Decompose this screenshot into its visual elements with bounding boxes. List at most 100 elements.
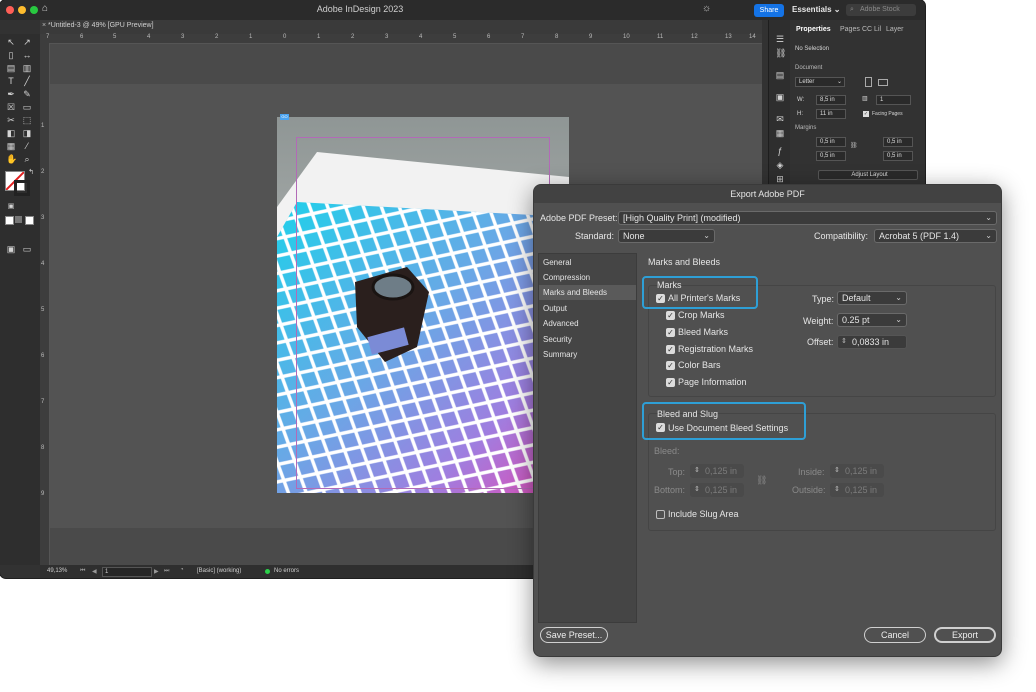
stroke-panel-icon[interactable]: ▤ [775, 70, 785, 80]
errors-status[interactable]: No errors [274, 568, 299, 574]
bleed-top-field[interactable]: ⇕ 0,125 in [690, 464, 744, 478]
facing-pages-checkbox[interactable]: ✓ [863, 111, 869, 117]
link-bleed-icon[interactable]: ⛓ [756, 475, 767, 486]
pencil-tool-icon[interactable]: ✎ [22, 89, 32, 99]
normal-view-icon[interactable]: ▣ [6, 244, 16, 254]
free-transform-tool-icon[interactable]: ⬚ [22, 115, 32, 125]
adobe-stock-search[interactable]: ⌕ Adobe Stock [846, 4, 916, 16]
height-field[interactable]: 11 in [816, 109, 846, 119]
bleed-inside-field[interactable]: ⇕ 0,125 in [830, 464, 884, 478]
bleed-marks-checkbox[interactable]: ✓ [666, 328, 675, 337]
nav-marks-and-bleeds[interactable]: Marks and Bleeds [539, 285, 636, 300]
comments-panel-icon[interactable]: ✉ [775, 114, 785, 124]
scissors-tool-icon[interactable]: ✂ [6, 115, 16, 125]
margin-right-field[interactable]: 0,5 in [883, 151, 913, 161]
pages-count-field[interactable]: 1 [876, 95, 911, 105]
content-collector-icon[interactable]: ▤ [6, 63, 16, 73]
all-printers-marks-checkbox[interactable]: ✓ [656, 294, 665, 303]
crop-marks-checkbox[interactable]: ✓ [666, 311, 675, 320]
apply-color-icon[interactable] [5, 216, 14, 225]
content-placer-icon[interactable]: ▥ [22, 63, 32, 73]
gradient-swatch-tool-icon[interactable]: ◧ [6, 128, 16, 138]
tab-layers[interactable]: Layer [886, 26, 904, 33]
properties-panel-icon[interactable]: ☰ [775, 34, 785, 44]
line-tool-icon[interactable]: ╱ [22, 76, 32, 86]
color-bars-checkbox[interactable]: ✓ [666, 361, 675, 370]
workspace-switcher[interactable]: Essentials ⌄ [792, 5, 841, 14]
share-button[interactable]: Share [754, 4, 784, 17]
lightbulb-icon[interactable]: ☼ [702, 3, 711, 14]
adjust-layout-button[interactable]: Adjust Layout [818, 170, 918, 180]
nav-summary[interactable]: Summary [539, 347, 636, 362]
stepper-icon[interactable]: ⇕ [694, 484, 700, 496]
stepper-icon[interactable]: ⇕ [834, 484, 840, 496]
swatches-panel-icon[interactable]: ▦ [775, 128, 785, 138]
compatibility-select[interactable]: Acrobat 5 (PDF 1.4) ⌄ [874, 229, 997, 243]
page-information-checkbox[interactable]: ✓ [666, 378, 675, 387]
cancel-button[interactable]: Cancel [864, 627, 926, 643]
swap-colors-icon[interactable]: ↰ [26, 168, 36, 178]
save-preset-button[interactable]: Save Preset... [540, 627, 608, 643]
gradient-feather-tool-icon[interactable]: ◨ [22, 128, 32, 138]
preflight-profile[interactable]: [Basic] (working) [197, 568, 241, 574]
direct-selection-tool-icon[interactable]: ↗ [22, 37, 32, 47]
nav-compression[interactable]: Compression [539, 270, 636, 285]
close-tab-icon[interactable]: × [42, 22, 46, 29]
margin-top-field[interactable]: 0,5 in [816, 137, 846, 147]
nav-general[interactable]: General [539, 255, 636, 270]
preflight-icon[interactable]: ◔ [180, 567, 184, 573]
frame-label[interactable]: GO [280, 114, 289, 120]
gap-tool-icon[interactable]: ↔ [22, 50, 32, 60]
bleed-bottom-field[interactable]: ⇕ 0,125 in [690, 483, 744, 497]
margin-bottom-field[interactable]: 0,5 in [816, 151, 846, 161]
tab-cc-libraries[interactable]: CC Lil [862, 26, 881, 33]
selection-tool-icon[interactable]: ↖ [6, 37, 16, 47]
stepper-icon[interactable]: ⇕ [834, 465, 840, 477]
layers-panel-icon[interactable]: ◈ [775, 160, 785, 170]
landscape-orientation-icon[interactable] [878, 79, 888, 86]
type-select[interactable]: Default ⌄ [837, 291, 907, 305]
note-tool-icon[interactable]: ▦ [6, 141, 16, 151]
type-tool-icon[interactable]: T [6, 76, 16, 86]
use-document-bleed-checkbox[interactable]: ✓ [656, 423, 665, 432]
first-page-icon[interactable]: ⏮ [80, 568, 85, 575]
stroke-swatch[interactable] [14, 180, 30, 196]
formatting-container-icon[interactable]: ▣ [6, 202, 16, 212]
include-slug-checkbox[interactable] [656, 510, 665, 519]
rectangle-frame-tool-icon[interactable]: ☒ [6, 102, 16, 112]
tab-pages[interactable]: Pages [840, 26, 860, 33]
export-button[interactable]: Export [934, 627, 996, 643]
link-margins-icon[interactable]: ⛓ [850, 142, 858, 149]
apply-gradient-icon[interactable] [15, 216, 22, 223]
apply-none-icon[interactable] [25, 216, 34, 225]
pages-panel-icon[interactable]: ▣ [775, 92, 785, 102]
margin-left-field[interactable]: 0,5 in [883, 137, 913, 147]
next-page-icon[interactable]: ▶ [154, 568, 159, 575]
page-tool-icon[interactable]: ▯ [6, 50, 16, 60]
portrait-orientation-icon[interactable] [865, 77, 872, 87]
weight-select[interactable]: 0.25 pt ⌄ [837, 313, 907, 327]
registration-marks-checkbox[interactable]: ✓ [666, 345, 675, 354]
tab-properties[interactable]: Properties [796, 26, 831, 33]
offset-field[interactable]: ⇕ 0,0833 in [837, 335, 907, 349]
width-field[interactable]: 8,5 in [816, 95, 846, 105]
stepper-icon[interactable]: ⇕ [841, 336, 847, 348]
screen-mode-icon[interactable]: ▭ [22, 244, 32, 254]
eyedropper-tool-icon[interactable]: ⁄ [22, 141, 32, 151]
pen-tool-icon[interactable]: ✒ [6, 89, 16, 99]
document-tab[interactable]: *Untitled-3 @ 49% [GPU Preview] [48, 22, 154, 29]
effects-panel-icon[interactable]: ƒ [775, 146, 785, 156]
preset-select[interactable]: [High Quality Print] (modified) ⌄ [618, 211, 997, 225]
zoom-tool-icon[interactable]: ⌕ [22, 154, 32, 164]
page-field[interactable]: 1 [102, 567, 152, 577]
rectangle-tool-icon[interactable]: ▭ [22, 102, 32, 112]
bleed-outside-field[interactable]: ⇕ 0,125 in [830, 483, 884, 497]
hand-tool-icon[interactable]: ✋ [6, 154, 17, 164]
page-size-select[interactable]: Letter ⌄ [795, 77, 845, 87]
cc-libraries-icon[interactable]: ⊞ [775, 174, 785, 184]
zoom-level[interactable]: 49,13% [47, 568, 67, 574]
nav-security[interactable]: Security [539, 332, 636, 347]
prev-page-icon[interactable]: ◀ [92, 568, 97, 575]
standard-select[interactable]: None ⌄ [618, 229, 715, 243]
links-panel-icon[interactable]: ⛓ [775, 48, 786, 58]
